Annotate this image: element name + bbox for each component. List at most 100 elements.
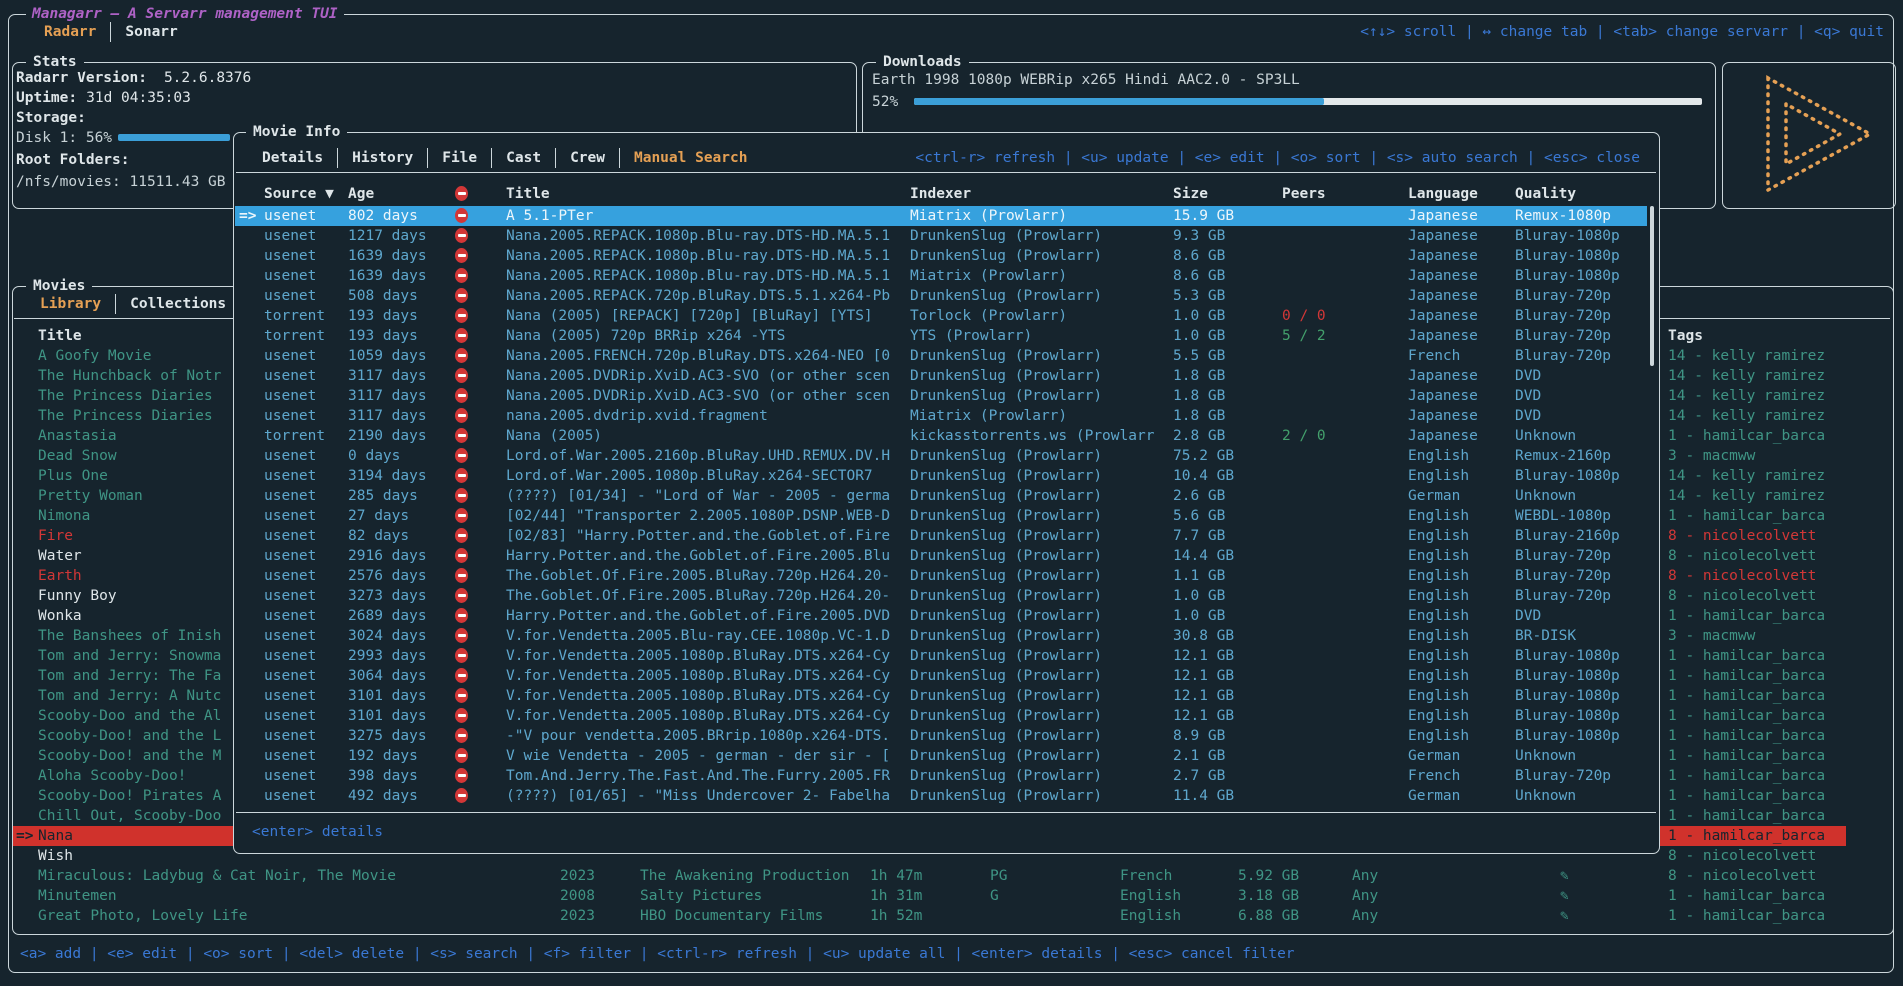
result-source[interactable]: usenet: [264, 526, 316, 546]
result-source[interactable]: usenet: [264, 586, 316, 606]
result-source[interactable]: usenet: [264, 666, 316, 686]
modal-bottom-separator: [236, 812, 1656, 813]
result-age: 192 days: [348, 746, 418, 766]
no-entry-icon: [455, 688, 468, 703]
result-source[interactable]: usenet: [264, 746, 316, 766]
result-language: Japanese: [1408, 286, 1478, 306]
result-quality: Bluray-720p: [1515, 346, 1611, 366]
result-language: Japanese: [1408, 326, 1478, 346]
result-indexer: DrunkenSlug (Prowlarr): [910, 286, 1102, 306]
column-header-language[interactable]: Language: [1408, 184, 1478, 204]
result-title[interactable]: [02/44] "Transporter 2.2005.1080P.DSNP.W…: [506, 506, 890, 526]
result-source[interactable]: usenet: [264, 466, 316, 486]
result-language: English: [1408, 646, 1469, 666]
result-title[interactable]: Tom.And.Jerry.The.Fast.And.The.Furry.200…: [506, 766, 890, 786]
result-source[interactable]: usenet: [264, 446, 316, 466]
column-header-title[interactable]: Title: [506, 184, 550, 204]
result-source[interactable]: torrent: [264, 326, 325, 346]
result-language: English: [1408, 726, 1469, 746]
modal-scrollbar[interactable]: [1650, 206, 1654, 366]
no-entry-icon: [455, 588, 468, 603]
result-title[interactable]: Lord.of.War.2005.1080p.BluRay.x264-SECTO…: [506, 466, 873, 486]
result-title[interactable]: Nana.2005.FRENCH.720p.BluRay.DTS.x264-NE…: [506, 346, 890, 366]
movie-info-tab-cast[interactable]: Cast: [506, 148, 541, 168]
result-source[interactable]: usenet: [264, 386, 316, 406]
result-title[interactable]: Nana.2005.REPACK.1080p.Blu-ray.DTS-HD.MA…: [506, 246, 890, 266]
result-source[interactable]: usenet: [264, 406, 316, 426]
result-source[interactable]: usenet: [264, 286, 316, 306]
result-language: English: [1408, 466, 1469, 486]
result-quality: Remux-1080p: [1515, 206, 1611, 226]
result-indexer: DrunkenSlug (Prowlarr): [910, 646, 1102, 666]
movie-info-tab-manual-search[interactable]: Manual Search: [634, 148, 748, 168]
result-source[interactable]: usenet: [264, 706, 316, 726]
result-age: 1059 days: [348, 346, 427, 366]
column-header-peers[interactable]: Peers: [1282, 184, 1326, 204]
result-title[interactable]: V.for.Vendetta.2005.1080p.BluRay.DTS.x26…: [506, 706, 890, 726]
result-title[interactable]: V.for.Vendetta.2005.1080p.BluRay.DTS.x26…: [506, 666, 890, 686]
result-title[interactable]: The.Goblet.Of.Fire.2005.BluRay.720p.H264…: [506, 566, 890, 586]
result-indexer: DrunkenSlug (Prowlarr): [910, 786, 1102, 806]
result-source[interactable]: usenet: [264, 486, 316, 506]
result-title[interactable]: Harry.Potter.and.the.Goblet.of.Fire.2005…: [506, 546, 890, 566]
result-title[interactable]: The.Goblet.Of.Fire.2005.BluRay.720p.H264…: [506, 586, 890, 606]
result-source[interactable]: usenet: [264, 346, 316, 366]
movie-info-tab-crew[interactable]: Crew: [570, 148, 605, 168]
result-source[interactable]: usenet: [264, 626, 316, 646]
result-source[interactable]: usenet: [264, 566, 316, 586]
movie-info-tab-file[interactable]: File: [442, 148, 477, 168]
result-source[interactable]: usenet: [264, 786, 316, 806]
column-header-age[interactable]: Age: [348, 184, 374, 204]
result-age: 27 days: [348, 506, 409, 526]
result-language: English: [1408, 546, 1469, 566]
result-title[interactable]: Nana (2005) [REPACK] [720p] [BluRay] [YT…: [506, 306, 873, 326]
result-source[interactable]: usenet: [264, 686, 316, 706]
result-title[interactable]: A 5.1-PTer: [506, 206, 593, 226]
result-source[interactable]: usenet: [264, 366, 316, 386]
result-title[interactable]: V.for.Vendetta.2005.Blu-ray.CEE.1080p.VC…: [506, 626, 890, 646]
result-title[interactable]: nana.2005.dvdrip.xvid.fragment: [506, 406, 768, 426]
result-title[interactable]: Nana (2005): [506, 426, 602, 446]
result-title[interactable]: -"V pour vendetta.2005.BRrip.1080p.x264-…: [506, 726, 890, 746]
result-source[interactable]: usenet: [264, 766, 316, 786]
result-title[interactable]: Harry.Potter.and.the.Goblet.of.Fire.2005…: [506, 606, 890, 626]
result-size: 1.8 GB: [1173, 386, 1225, 406]
result-title[interactable]: Nana.2005.DVDRip.XviD.AC3-SVO (or other …: [506, 366, 890, 386]
column-header-quality[interactable]: Quality: [1515, 184, 1576, 204]
result-age: 3024 days: [348, 626, 427, 646]
result-source[interactable]: torrent: [264, 306, 325, 326]
result-title[interactable]: Nana.2005.REPACK.1080p.Blu-ray.DTS-HD.MA…: [506, 266, 890, 286]
result-title[interactable]: V.for.Vendetta.2005.1080p.BluRay.DTS.x26…: [506, 646, 890, 666]
no-entry-icon: [455, 186, 468, 201]
result-indexer: DrunkenSlug (Prowlarr): [910, 506, 1102, 526]
result-title[interactable]: [02/83] "Harry.Potter.and.the.Goblet.of.…: [506, 526, 890, 546]
result-source[interactable]: usenet: [264, 646, 316, 666]
result-source[interactable]: usenet: [264, 606, 316, 626]
result-title[interactable]: Nana (2005) 720p BRRip x264 -YTS: [506, 326, 785, 346]
movie-info-tab-history[interactable]: History: [352, 148, 413, 168]
result-title[interactable]: Lord.of.War.2005.2160p.BluRay.UHD.REMUX.…: [506, 446, 890, 466]
column-header-source[interactable]: Source ▼: [264, 184, 334, 204]
result-title[interactable]: V wie Vendetta - 2005 - german - der sir…: [506, 746, 890, 766]
result-source[interactable]: usenet: [264, 226, 316, 246]
result-title[interactable]: (????) [01/34] - "Lord of War - 2005 - g…: [506, 486, 890, 506]
no-entry-icon: [455, 408, 468, 423]
result-source[interactable]: usenet: [264, 506, 316, 526]
result-title[interactable]: V.for.Vendetta.2005.1080p.BluRay.DTS.x26…: [506, 686, 890, 706]
result-title[interactable]: Nana.2005.REPACK.1080p.Blu-ray.DTS-HD.MA…: [506, 226, 890, 246]
result-source[interactable]: usenet: [264, 726, 316, 746]
column-header-size[interactable]: Size: [1173, 184, 1208, 204]
result-source[interactable]: usenet: [264, 246, 316, 266]
result-source[interactable]: torrent: [264, 426, 325, 446]
no-entry-icon: [455, 568, 468, 583]
result-source[interactable]: usenet: [264, 266, 316, 286]
column-header-indexer[interactable]: Indexer: [910, 184, 971, 204]
result-source[interactable]: usenet: [264, 546, 316, 566]
result-title[interactable]: Nana.2005.REPACK.720p.BluRay.DTS.5.1.x26…: [506, 286, 890, 306]
result-title[interactable]: (????) [01/65] - "Miss Undercover 2- Fab…: [506, 786, 890, 806]
result-title[interactable]: Nana.2005.DVDRip.XviD.AC3-SVO (or other …: [506, 386, 890, 406]
result-source[interactable]: usenet: [264, 206, 316, 226]
result-quality: Bluray-720p: [1515, 326, 1611, 346]
movie-info-tab-details[interactable]: Details: [262, 148, 323, 168]
no-entry-icon: [455, 428, 468, 443]
